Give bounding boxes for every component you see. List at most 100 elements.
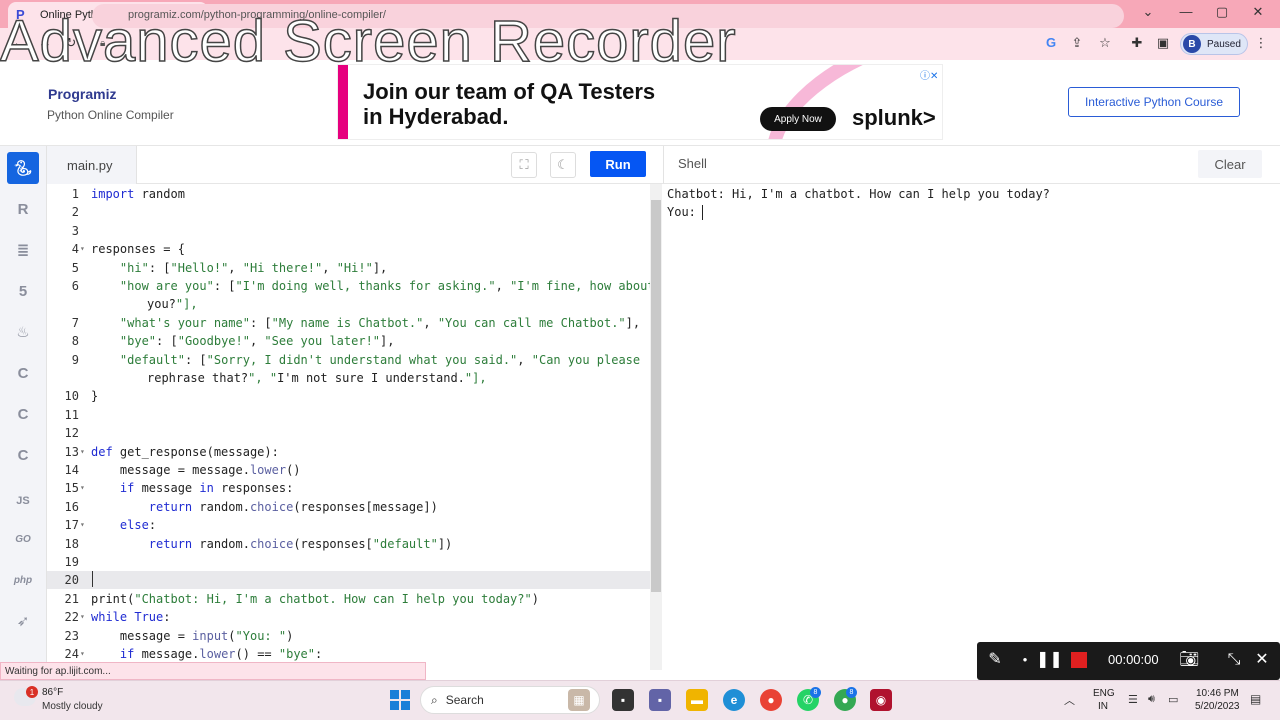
weather-description[interactable]: Mostly cloudy [42, 701, 103, 712]
tray-overflow-icon[interactable]: ︿ [1064, 692, 1075, 708]
html-icon[interactable]: 5 [7, 275, 39, 307]
teams-icon[interactable]: ▪ [649, 689, 671, 711]
reload-icon[interactable]: ↻ [62, 35, 80, 51]
fold-arrow-icon[interactable]: ▾ [80, 645, 85, 663]
code-line[interactable]: 11 [47, 406, 650, 424]
code-line[interactable]: 24 ▾ if message.lower() == "bye": [47, 645, 650, 663]
code-line[interactable]: 2 [47, 203, 650, 221]
dot-icon[interactable]: ● [1018, 650, 1032, 670]
edge-icon[interactable]: e [723, 689, 745, 711]
fullscreen-icon[interactable]: ⛶ [511, 152, 537, 178]
code-line[interactable]: 20 [47, 571, 650, 590]
close-recorder-icon[interactable]: ✕ [1252, 650, 1272, 670]
camera-icon[interactable]: 📷︎ [1179, 650, 1199, 670]
tab-search-icon[interactable]: ⌄ [1138, 4, 1158, 20]
pause-icon[interactable]: ❚❚ [1036, 650, 1063, 670]
programiz-logo[interactable]: Programiz [48, 86, 116, 102]
code-line[interactable]: 23 message = input("You: ") [47, 627, 650, 645]
fold-arrow-icon[interactable]: ▾ [80, 443, 85, 461]
clear-button[interactable]: Clear [1198, 150, 1262, 178]
cpp-icon[interactable]: C [7, 398, 39, 430]
swift-icon[interactable]: ➶ [7, 605, 39, 637]
python-icon[interactable]: 🐍︎ [7, 152, 39, 184]
fold-arrow-icon[interactable]: ▾ [80, 516, 85, 534]
language-indicator[interactable]: ENG [1093, 688, 1115, 699]
ad-apply-button[interactable]: Apply Now [760, 107, 836, 131]
code-line[interactable]: 22 ▾ while True: [47, 608, 650, 626]
fold-arrow-icon[interactable]: ▾ [80, 608, 85, 626]
forward-icon[interactable]: → [36, 35, 54, 50]
wifi-icon[interactable]: ☰ [1128, 693, 1138, 706]
code-line[interactable]: 16 return random.choice(responses[messag… [47, 498, 650, 516]
clock-date[interactable]: 5/20/2023 [1195, 701, 1240, 712]
code-line[interactable]: 17 ▾ else: [47, 516, 650, 534]
php-icon[interactable]: php [7, 564, 39, 596]
weather-temperature[interactable]: 86°F [42, 687, 63, 698]
code-line[interactable]: 3 [47, 222, 650, 240]
editor-scrollbar-thumb[interactable] [651, 200, 661, 592]
code-line[interactable]: rephrase that?", "I'm not sure I underst… [47, 369, 650, 387]
shell-output[interactable]: Chatbot: Hi, I'm a chatbot. How can I he… [667, 185, 1050, 221]
minimize-button[interactable]: — [1176, 4, 1196, 19]
clock-time[interactable]: 10:46 PM [1196, 688, 1239, 699]
language-region[interactable]: IN [1098, 701, 1108, 712]
minimize-recorder-icon[interactable]: ⤡ [1224, 650, 1244, 670]
lock-icon[interactable]: 🔒︎ [100, 38, 105, 49]
code-line[interactable]: 9 "default": ["Sorry, I didn't understan… [47, 351, 650, 369]
profile-button[interactable]: B Paused [1180, 33, 1248, 55]
code-line[interactable]: 4 ▾ responses = { [47, 240, 650, 258]
go-icon[interactable]: GO [7, 523, 39, 555]
code-line[interactable]: 12 [47, 424, 650, 442]
back-icon[interactable]: ← [10, 35, 28, 50]
bookmark-star-icon[interactable]: ☆ [1096, 35, 1114, 51]
side-panel-icon[interactable]: ▣ [1154, 35, 1172, 51]
address-bar[interactable]: programiz.com/python-programming/online-… [92, 4, 1124, 28]
file-explorer-icon[interactable]: ▬ [686, 689, 708, 711]
interactive-course-button[interactable]: Interactive Python Course [1068, 87, 1240, 117]
code-line[interactable]: 18 return random.choice(responses["defau… [47, 535, 650, 553]
code-line[interactable]: 5 "hi": ["Hello!", "Hi there!", "Hi!"], [47, 259, 650, 277]
taskbar-widget-icon[interactable]: ▦ [568, 689, 590, 711]
code-line[interactable]: 1 import random [47, 185, 650, 203]
stop-record-icon[interactable] [1071, 652, 1087, 668]
ad-close-icon[interactable]: ⓘ✕ [920, 67, 938, 82]
file-tab[interactable]: main.py [47, 146, 137, 184]
sql-icon[interactable]: ≣ [7, 234, 39, 266]
run-button[interactable]: Run [590, 151, 646, 177]
menu-kebab-icon[interactable]: ⋮ [1252, 35, 1270, 51]
javascript-icon[interactable]: JS [7, 485, 39, 517]
r-language-icon[interactable]: R [7, 193, 39, 225]
code-line[interactable]: 7 "what's your name": ["My name is Chatb… [47, 314, 650, 332]
fold-arrow-icon[interactable]: ▾ [80, 479, 85, 497]
battery-icon[interactable]: ▭ [1168, 693, 1178, 706]
code-line[interactable]: 8 "bye": ["Goodbye!", "See you later!"], [47, 332, 650, 350]
code-line[interactable]: 10} [47, 387, 650, 405]
ad-banner[interactable]: Join our team of QA Testers in Hyderabad… [337, 64, 943, 140]
code-line[interactable]: 14 message = message.lower() [47, 461, 650, 479]
chrome-icon[interactable]: ● [760, 689, 782, 711]
fold-arrow-icon[interactable]: ▾ [80, 240, 85, 258]
terminal-icon[interactable]: ▪ [612, 689, 634, 711]
share-icon[interactable]: ⇪ [1068, 35, 1086, 51]
code-line[interactable]: 15 ▾ if message in responses: [47, 479, 650, 497]
google-lens-icon[interactable]: G [1042, 35, 1060, 50]
extensions-icon[interactable]: ✚ [1128, 35, 1146, 51]
notification-icon[interactable]: ▤ [1250, 692, 1261, 706]
close-window-button[interactable]: ✕ [1248, 4, 1268, 20]
dark-mode-icon[interactable]: ☾ [550, 152, 576, 178]
pen-icon[interactable]: ✎ [985, 650, 1005, 670]
volume-icon[interactable]: 🔊︎ [1148, 693, 1155, 706]
line-number: 24 [64, 647, 79, 661]
c-icon[interactable]: C [7, 357, 39, 389]
code-line[interactable]: 13 ▾ def get_response(message): [47, 443, 650, 461]
screen-recorder-app-icon[interactable]: ◉ [870, 689, 892, 711]
code-line[interactable]: 6 "how are you": ["I'm doing well, thank… [47, 277, 650, 295]
java-icon[interactable]: ♨ [7, 316, 39, 348]
csharp-icon[interactable]: C [7, 439, 39, 471]
code-line[interactable]: 21 print("Chatbot: Hi, I'm a chatbot. How… [47, 590, 650, 608]
code-line[interactable]: you?"], [47, 295, 650, 313]
code-editor[interactable]: 1 import random 2 3 4 ▾ responses = {5 "hi": [… [47, 184, 650, 670]
code-line[interactable]: 19 [47, 553, 650, 571]
windows-start-icon[interactable] [390, 690, 410, 710]
maximize-button[interactable]: ▢ [1212, 4, 1232, 20]
